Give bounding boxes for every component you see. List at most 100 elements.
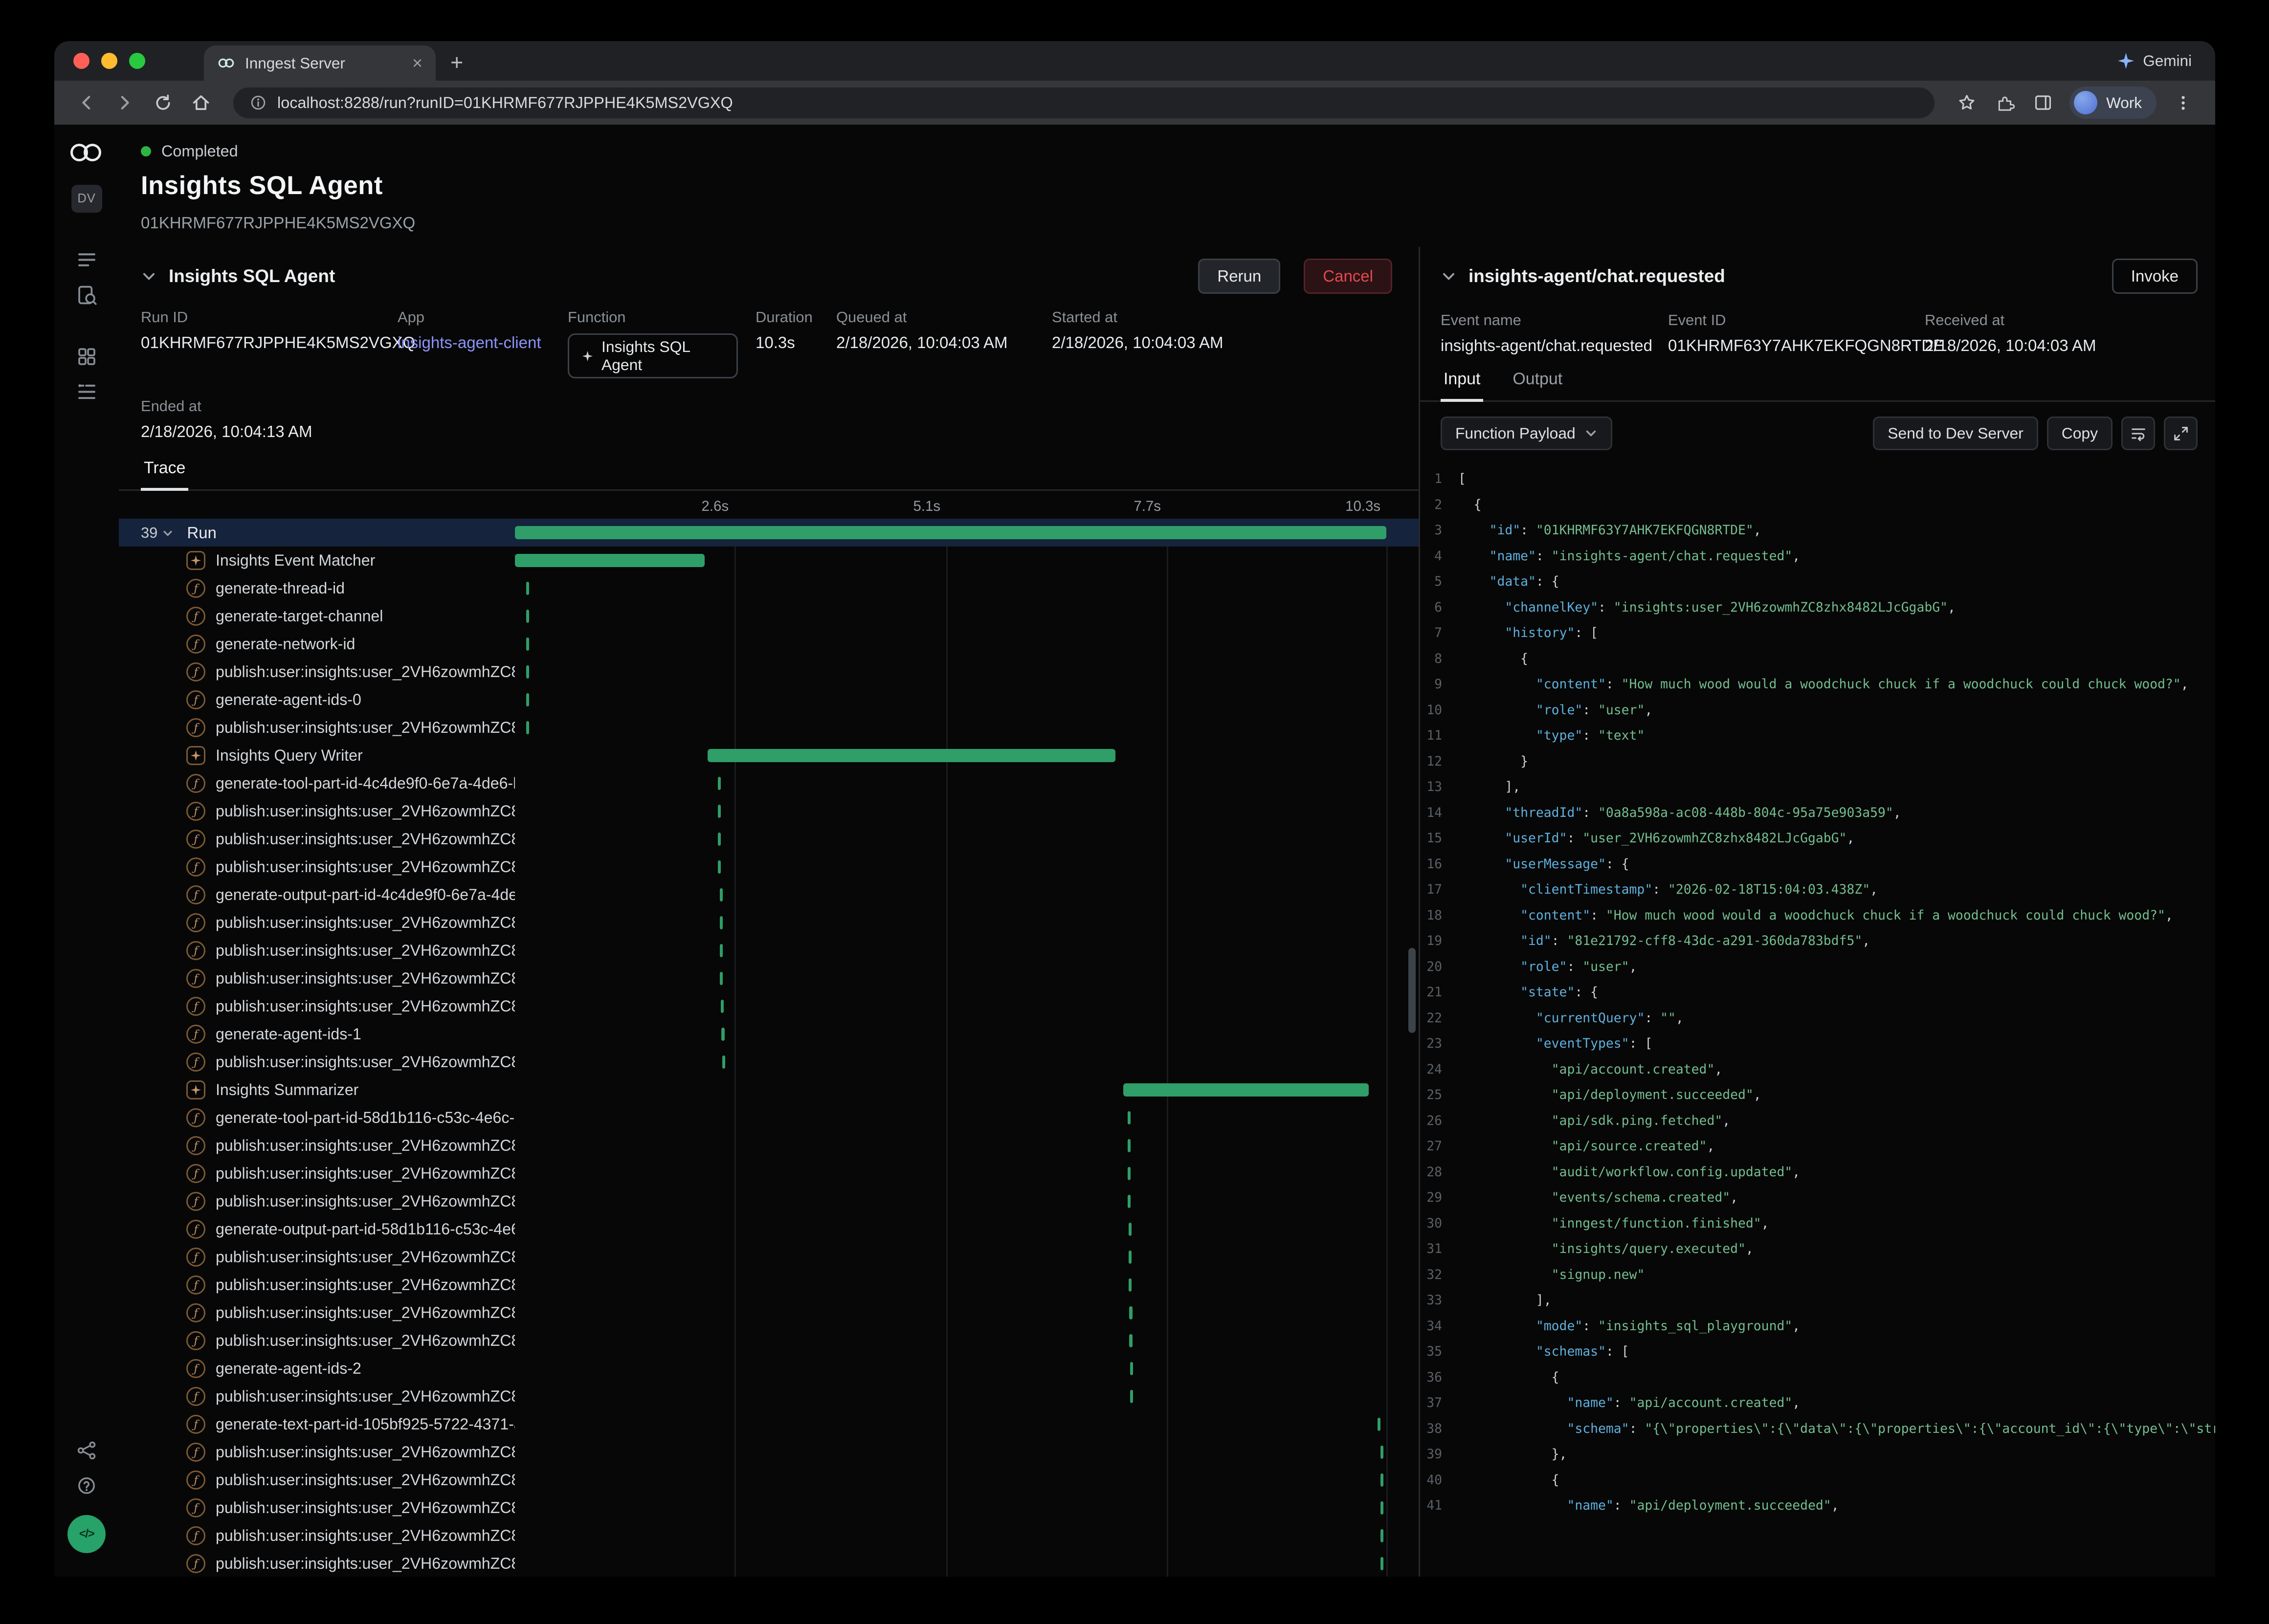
share-icon[interactable]: [67, 1433, 106, 1468]
browser-menu-icon[interactable]: [2165, 85, 2201, 120]
trace-row[interactable]: ƒgenerate-agent-ids-1: [119, 1020, 1419, 1048]
span-bar[interactable]: [1380, 1446, 1383, 1459]
inngest-logo-icon[interactable]: [70, 144, 103, 163]
trace-row[interactable]: ƒpublish:user:insights:user_2VH6zowmhZC8…: [119, 1299, 1419, 1327]
span-bar[interactable]: [1128, 1111, 1131, 1124]
browser-tab[interactable]: Inngest Server ×: [204, 45, 436, 81]
span-bar[interactable]: [1129, 1278, 1132, 1292]
cancel-button[interactable]: Cancel: [1304, 259, 1392, 294]
trace-row[interactable]: ƒpublish:user:insights:user_2VH6zowmhZC8…: [119, 1160, 1419, 1187]
close-window-button[interactable]: [73, 53, 89, 69]
span-bar[interactable]: [708, 749, 1115, 762]
trace-row[interactable]: ƒpublish:user:insights:user_2VH6zowmhZC8…: [119, 1550, 1419, 1577]
span-bar[interactable]: [1378, 1418, 1380, 1431]
trace-row[interactable]: Insights Query Writer: [119, 742, 1419, 769]
trace-row[interactable]: ƒgenerate-output-part-id-4c4de9f0-6e7a-4…: [119, 881, 1419, 909]
trace-row[interactable]: ƒpublish:user:insights:user_2VH6zowmhZC8…: [119, 1271, 1419, 1299]
span-bar[interactable]: [721, 1028, 724, 1041]
function-badge[interactable]: Insights SQL Agent: [568, 333, 738, 378]
trace-row[interactable]: ƒgenerate-thread-id: [119, 574, 1419, 602]
chevron-down-icon[interactable]: [1441, 268, 1457, 285]
search-doc-icon[interactable]: [67, 277, 106, 312]
trace-row[interactable]: ƒpublish:user:insights:user_2VH6zowmhZC8…: [119, 1466, 1419, 1494]
trace-row[interactable]: ƒgenerate-agent-ids-0: [119, 686, 1419, 714]
home-icon[interactable]: [183, 85, 219, 120]
span-bar[interactable]: [1128, 1139, 1131, 1152]
app-link[interactable]: insights-agent-client: [398, 333, 550, 352]
span-bar[interactable]: [718, 860, 721, 874]
span-bar[interactable]: [720, 916, 723, 929]
invoke-button[interactable]: Invoke: [2112, 259, 2198, 294]
span-bar[interactable]: [1380, 1529, 1383, 1542]
trace-row[interactable]: ƒpublish:user:insights:user_2VH6zowmhZC8…: [119, 1494, 1419, 1522]
rerun-button[interactable]: Rerun: [1198, 259, 1280, 294]
runs-list-icon[interactable]: [67, 242, 106, 277]
close-tab-icon[interactable]: ×: [409, 54, 425, 72]
span-bar[interactable]: [718, 805, 721, 818]
profile-chip[interactable]: Work: [2069, 87, 2157, 119]
back-icon[interactable]: [69, 85, 104, 120]
trace-row[interactable]: Insights Event Matcher: [119, 547, 1419, 574]
gemini-badge[interactable]: Gemini: [2118, 41, 2192, 81]
bookmark-star-icon[interactable]: [1949, 85, 1984, 120]
chevron-down-icon[interactable]: [162, 527, 174, 539]
extensions-icon[interactable]: [1987, 85, 2023, 120]
trace-row[interactable]: ƒpublish:user:insights:user_2VH6zowmhZC8…: [119, 658, 1419, 686]
span-bar[interactable]: [526, 610, 529, 623]
span-bar[interactable]: [526, 721, 529, 734]
trace-row[interactable]: ƒpublish:user:insights:user_2VH6zowmhZC8…: [119, 1438, 1419, 1466]
trace-row[interactable]: ƒpublish:user:insights:user_2VH6zowmhZC8…: [119, 937, 1419, 965]
copy-button[interactable]: Copy: [2047, 417, 2113, 450]
reload-icon[interactable]: [145, 85, 180, 120]
trace-row[interactable]: ƒgenerate-target-channel: [119, 602, 1419, 630]
trace-row[interactable]: ƒgenerate-network-id: [119, 630, 1419, 658]
trace-row[interactable]: Insights Summarizer: [119, 1076, 1419, 1104]
forward-icon[interactable]: [107, 85, 142, 120]
word-wrap-icon[interactable]: [2121, 417, 2155, 450]
expand-icon[interactable]: [2164, 417, 2198, 450]
span-bar[interactable]: [721, 1000, 724, 1013]
trace-row[interactable]: ƒpublish:user:insights:user_2VH6zowmhZC8…: [119, 1132, 1419, 1160]
run-row[interactable]: 39 Run: [119, 519, 1419, 547]
span-bar[interactable]: [1129, 1306, 1132, 1319]
minimize-window-button[interactable]: [101, 53, 117, 69]
trace-row[interactable]: ƒgenerate-text-part-id-105bf925-5722-437…: [119, 1410, 1419, 1438]
send-to-dev-server-button[interactable]: Send to Dev Server: [1873, 417, 2038, 450]
event-logs-icon[interactable]: [67, 374, 106, 409]
trace-row[interactable]: ƒgenerate-agent-ids-2: [119, 1355, 1419, 1383]
url-text[interactable]: localhost:8288/run?runID=01KHRMF677RJPPH…: [277, 94, 733, 112]
span-bar[interactable]: [1130, 1362, 1133, 1375]
payload-selector[interactable]: Function Payload: [1441, 417, 1612, 450]
span-bar[interactable]: [1130, 1390, 1133, 1403]
trace-row[interactable]: ƒpublish:user:insights:user_2VH6zowmhZC8…: [119, 1522, 1419, 1550]
trace-row[interactable]: ƒpublish:user:insights:user_2VH6zowmhZC8…: [119, 965, 1419, 992]
span-bar[interactable]: [720, 944, 723, 957]
span-bar[interactable]: [720, 888, 723, 901]
span-bar[interactable]: [1129, 1334, 1132, 1347]
new-tab-button[interactable]: +: [450, 51, 463, 73]
span-bar[interactable]: [720, 972, 723, 985]
span-bar[interactable]: [1129, 1223, 1132, 1236]
span-bar[interactable]: [1129, 1251, 1132, 1264]
help-icon[interactable]: [67, 1468, 106, 1503]
span-bar[interactable]: [1380, 1557, 1383, 1570]
code-editor[interactable]: 1[2 {3 "id": "01KHRMF63Y7AHK7EKFQGN8RTDE…: [1420, 462, 2215, 1577]
span-bar[interactable]: [526, 582, 529, 595]
trace-row[interactable]: ƒpublish:user:insights:user_2VH6zowmhZC8…: [119, 1048, 1419, 1076]
span-bar[interactable]: [722, 1055, 725, 1069]
span-bar[interactable]: [1380, 1473, 1383, 1487]
trace-row[interactable]: ƒpublish:user:insights:user_2VH6zowmhZC8…: [119, 1187, 1419, 1215]
span-bar[interactable]: [1128, 1195, 1131, 1208]
trace-row[interactable]: ƒpublish:user:insights:user_2VH6zowmhZC8…: [119, 1383, 1419, 1410]
trace-row[interactable]: ƒpublish:user:insights:user_2VH6zowmhZC8…: [119, 825, 1419, 853]
trace-row[interactable]: ƒpublish:user:insights:user_2VH6zowmhZC8…: [119, 1327, 1419, 1355]
trace-row[interactable]: ƒpublish:user:insights:user_2VH6zowmhZC8…: [119, 992, 1419, 1020]
span-bar[interactable]: [1123, 1083, 1369, 1097]
side-panel-icon[interactable]: [2025, 85, 2061, 120]
trace-scrollbar[interactable]: [1408, 948, 1416, 1033]
trace-row[interactable]: ƒpublish:user:insights:user_2VH6zowmhZC8…: [119, 714, 1419, 742]
apps-grid-icon[interactable]: [67, 339, 106, 374]
trace-row[interactable]: ƒgenerate-tool-part-id-58d1b116-c53c-4e6…: [119, 1104, 1419, 1132]
trace-row[interactable]: ƒpublish:user:insights:user_2VH6zowmhZC8…: [119, 909, 1419, 937]
trace-row[interactable]: ƒgenerate-output-part-id-58d1b116-c53c-4…: [119, 1215, 1419, 1243]
